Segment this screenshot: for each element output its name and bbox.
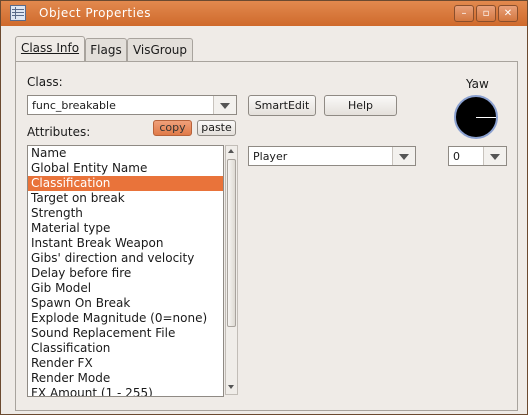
tab-visgroup-label: VisGroup xyxy=(132,43,188,57)
tab-class-info[interactable]: Class Info xyxy=(15,36,85,62)
list-item[interactable]: Render FX xyxy=(28,356,223,371)
class-label: Class: xyxy=(27,75,63,89)
list-item[interactable]: Material type xyxy=(28,221,223,236)
smartedit-button[interactable]: SmartEdit xyxy=(248,95,316,116)
list-item[interactable]: Name xyxy=(28,146,223,161)
scroll-down-icon[interactable] xyxy=(227,383,236,392)
list-item[interactable]: Strength xyxy=(28,206,223,221)
window-title: Object Properties xyxy=(39,6,152,20)
tab-flags-label: Flags xyxy=(90,43,122,57)
yaw-label: Yaw xyxy=(466,77,489,91)
close-icon[interactable]: ✕ xyxy=(498,5,518,22)
help-button[interactable]: Help xyxy=(324,95,397,116)
paste-button[interactable]: paste xyxy=(197,120,236,136)
chevron-down-icon[interactable] xyxy=(213,96,236,114)
list-item[interactable]: Target on break xyxy=(28,191,223,206)
smartedit-button-label: SmartEdit xyxy=(254,99,310,112)
list-item[interactable]: Explode Magnitude (0=none) xyxy=(28,311,223,326)
list-item[interactable]: Spawn On Break xyxy=(28,296,223,311)
attribute-value: Player xyxy=(253,150,288,163)
minimize-icon[interactable]: – xyxy=(454,5,474,22)
class-combo[interactable]: func_breakable xyxy=(27,95,237,115)
class-combo-value: func_breakable xyxy=(32,99,116,112)
app-icon xyxy=(10,5,26,21)
attributes-label: Attributes: xyxy=(27,125,91,139)
title-bar[interactable]: Object Properties – ▫ ✕ xyxy=(1,1,527,26)
list-item[interactable]: Render Mode xyxy=(28,371,223,386)
attributes-scrollbar[interactable] xyxy=(225,145,238,395)
list-item[interactable]: Gib Model xyxy=(28,281,223,296)
list-item[interactable]: Delay before fire xyxy=(28,266,223,281)
copy-button[interactable]: copy xyxy=(153,120,192,136)
yaw-dial[interactable] xyxy=(454,95,498,139)
tab-visgroup[interactable]: VisGroup xyxy=(127,38,193,62)
list-item[interactable]: Sound Replacement File xyxy=(28,326,223,341)
scroll-up-icon[interactable] xyxy=(227,147,236,156)
attributes-list[interactable]: Name Global Entity Name Classification T… xyxy=(27,145,224,397)
scrollbar-thumb[interactable] xyxy=(227,159,236,327)
copy-button-label: copy xyxy=(159,121,186,134)
chevron-down-icon[interactable] xyxy=(483,147,506,165)
list-item[interactable]: Instant Break Weapon xyxy=(28,236,223,251)
object-properties-window: Object Properties – ▫ ✕ Class Info Flags… xyxy=(0,0,528,415)
paste-button-label: paste xyxy=(201,121,232,134)
help-button-label: Help xyxy=(347,99,374,112)
list-item-selected[interactable]: Classification xyxy=(28,176,223,191)
tab-flags[interactable]: Flags xyxy=(85,38,127,62)
chevron-down-icon[interactable] xyxy=(392,147,415,165)
list-item[interactable]: FX Amount (1 - 255) xyxy=(28,386,223,396)
yaw-value: 0 xyxy=(453,150,460,163)
list-item[interactable]: Classification xyxy=(28,341,223,356)
maximize-icon[interactable]: ▫ xyxy=(476,5,496,22)
tab-class-info-label: Class Info xyxy=(20,41,80,55)
yaw-combo[interactable]: 0 xyxy=(448,146,507,166)
attribute-value-combo[interactable]: Player xyxy=(248,146,416,166)
list-item[interactable]: Gibs' direction and velocity xyxy=(28,251,223,266)
list-item[interactable]: Global Entity Name xyxy=(28,161,223,176)
